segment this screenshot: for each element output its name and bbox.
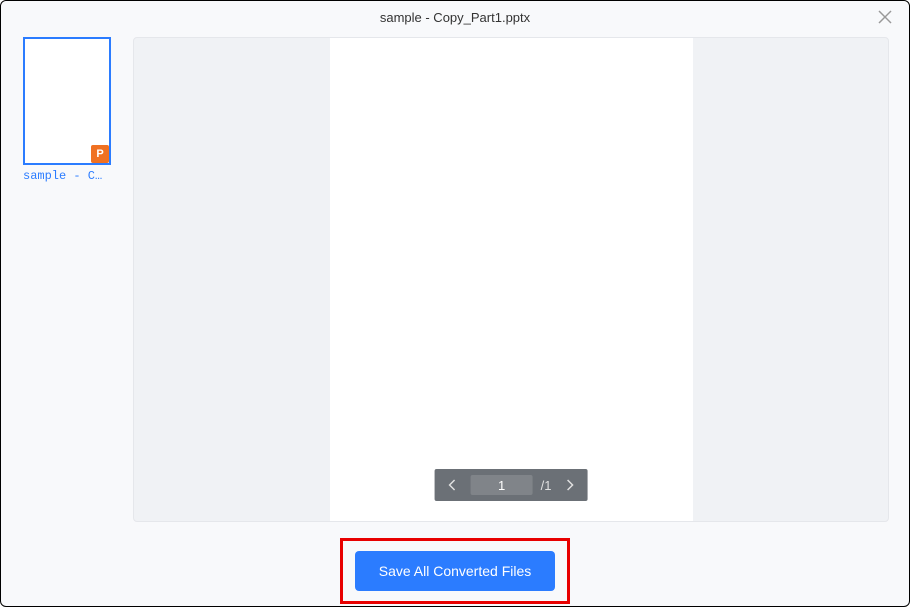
thumbnail-label: sample - C… (23, 169, 111, 183)
save-button-highlight: Save All Converted Files (340, 538, 571, 604)
prev-page-icon[interactable] (443, 475, 463, 495)
close-icon[interactable] (877, 9, 893, 25)
preview-canvas (330, 38, 693, 521)
header: sample - Copy_Part1.pptx (1, 1, 909, 33)
file-thumbnail[interactable]: P (23, 37, 111, 165)
pagination-bar: /1 (435, 469, 588, 501)
next-page-icon[interactable] (559, 475, 579, 495)
pptx-badge-icon: P (91, 145, 109, 163)
window-title: sample - Copy_Part1.pptx (380, 10, 530, 25)
footer: Save All Converted Files (1, 536, 909, 606)
app-window: sample - Copy_Part1.pptx P sample - C… (0, 0, 910, 607)
page-total: /1 (541, 478, 552, 493)
save-all-button[interactable]: Save All Converted Files (355, 551, 556, 591)
page-input[interactable] (471, 475, 533, 495)
sidebar: P sample - C… (21, 37, 113, 536)
preview-area: /1 (133, 37, 889, 522)
main-content: P sample - C… /1 (1, 33, 909, 536)
